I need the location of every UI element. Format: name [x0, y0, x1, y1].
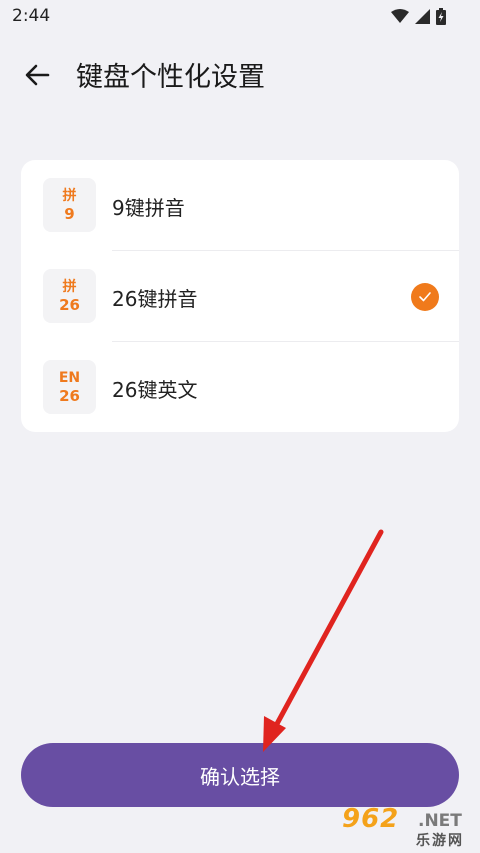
wifi-icon [391, 8, 409, 23]
battery-charging-icon [436, 7, 446, 25]
page-title: 键盘个性化设置 [76, 62, 265, 93]
option-9key-pinyin[interactable]: 拼 9 9键拼音 [21, 160, 459, 251]
option-icon-top: 拼 [62, 187, 77, 204]
signal-icon [415, 8, 430, 24]
option-label: 9键拼音 [112, 196, 185, 220]
option-26key-pinyin[interactable]: 拼 26 26键拼音 [21, 251, 459, 342]
status-icons [391, 7, 446, 25]
selected-check-icon [411, 283, 439, 311]
status-bar: 2:44 [0, 0, 480, 34]
option-label: 26键拼音 [112, 287, 198, 311]
watermark-logo: 962 .NET 乐游网 [336, 802, 474, 849]
english-26-icon: EN 26 [43, 360, 96, 414]
option-icon-top: EN [58, 369, 81, 386]
watermark-chinese: 乐游网 [416, 833, 464, 849]
watermark-digits: 962 [342, 804, 400, 834]
option-icon-bottom: 9 [64, 204, 75, 223]
option-icon-top: 拼 [62, 278, 77, 295]
pinyin-26-icon: 拼 26 [43, 269, 96, 323]
arrow-left-icon [25, 64, 50, 86]
confirm-button[interactable]: 确认选择 [21, 743, 459, 807]
status-time: 2:44 [12, 6, 51, 26]
keyboard-options-card: 拼 9 9键拼音 拼 26 26键拼音 EN 26 26键英文 [21, 160, 459, 432]
back-button[interactable] [20, 58, 54, 92]
pinyin-9-icon: 拼 9 [43, 178, 96, 232]
watermark-net: .NET [418, 811, 462, 831]
header: 键盘个性化设置 [0, 46, 480, 102]
option-icon-bottom: 26 [59, 295, 80, 314]
option-icon-bottom: 26 [59, 386, 80, 405]
option-26key-english[interactable]: EN 26 26键英文 [21, 342, 459, 432]
option-label: 26键英文 [112, 378, 198, 402]
